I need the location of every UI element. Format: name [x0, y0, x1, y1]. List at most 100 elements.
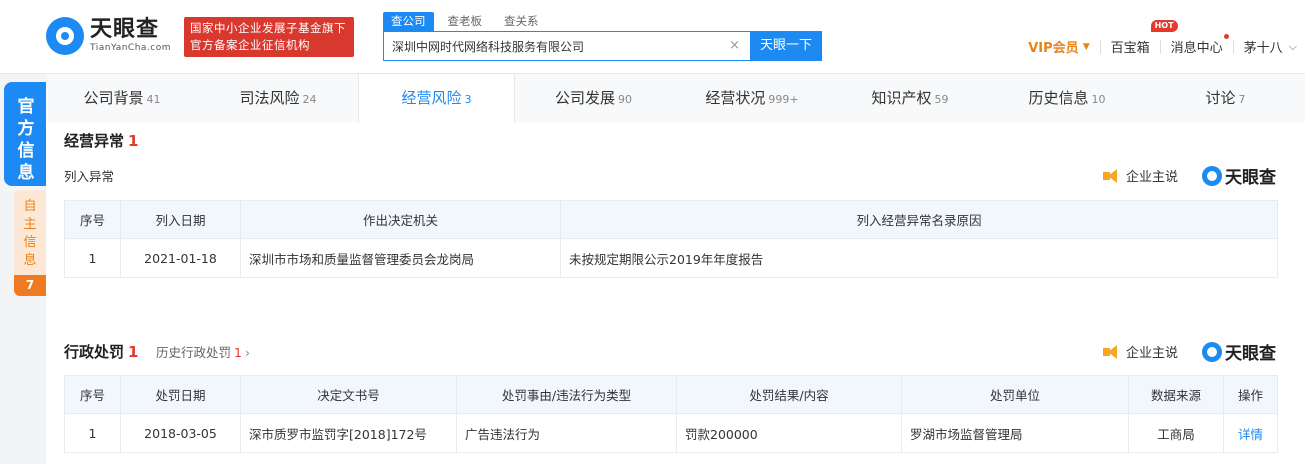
treasure-box-link[interactable]: 百宝箱 HOT [1110, 20, 1178, 56]
penalty-section-title: 行政处罚 1 [64, 341, 138, 362]
section-count: 1 [128, 343, 139, 361]
cell-data-source: 工商局 [1128, 413, 1224, 453]
tab-count: 7 [1238, 93, 1246, 106]
logo-name: 天眼查 [90, 17, 160, 42]
message-center-link[interactable]: 消息中心 [1170, 34, 1229, 56]
tab-label: 历史信息 [1028, 89, 1089, 107]
abnormal-section-title: 经营异常 1 [64, 130, 138, 151]
user-menu[interactable]: 茅十八 ⌵ [1243, 37, 1297, 57]
logo-eye-icon [46, 17, 84, 55]
tab-company-background[interactable]: 公司背景 41 [46, 74, 198, 122]
column-header: 序号 [64, 200, 121, 239]
brand-eye-icon [1202, 165, 1222, 186]
column-header: 作出决定机关 [240, 200, 561, 239]
chevron-down-icon: ⌵ [1288, 39, 1297, 53]
table-header-row: 序号 处罚日期 决定文书号 处罚事由/违法行为类型 处罚结果/内容 处罚单位 数… [64, 375, 1278, 414]
tab-count: 999+ [768, 93, 799, 106]
history-penalty-link[interactable]: 历史行政处罚 1 › [156, 342, 250, 361]
cell-document-no: 深市质罗市监罚字[2018]172号 [240, 413, 457, 453]
search-type-tabs: 查公司 查老板 查关系 [383, 12, 553, 31]
penalty-table: 序号 处罚日期 决定文书号 处罚事由/违法行为类型 处罚结果/内容 处罚单位 数… [64, 375, 1278, 453]
search-tab-boss[interactable]: 查老板 [440, 12, 491, 31]
user-name: 茅十八 [1243, 41, 1283, 56]
side-tab-official-info[interactable]: 官方信息 [4, 82, 48, 186]
treasure-label: 百宝箱 [1110, 41, 1150, 56]
brand-label: 天眼查 [1225, 168, 1276, 188]
side-self-count-badge: 7 [14, 275, 46, 296]
tab-label: 经营风险 [401, 89, 462, 107]
megaphone-icon [1103, 344, 1119, 359]
cell-penalty-unit: 罗湖市场监督管理局 [901, 413, 1129, 453]
tab-label: 公司背景 [83, 89, 144, 107]
column-header: 操作 [1223, 375, 1278, 414]
site-logo[interactable]: 天眼查 TianYanCha.com [46, 16, 171, 56]
cell-date: 2021-01-18 [120, 238, 241, 278]
owner-speak-link[interactable]: 企业主说 [1103, 342, 1178, 361]
column-header: 序号 [64, 375, 121, 414]
section-title-text: 行政处罚 [64, 343, 125, 361]
column-header: 列入日期 [120, 200, 241, 239]
tab-label: 知识产权 [871, 89, 932, 107]
owner-speak-link[interactable]: 企业主说 [1103, 166, 1178, 185]
vip-label: VIP会员 [1028, 41, 1079, 56]
table-header-row: 序号 列入日期 作出决定机关 列入经营异常名录原因 [64, 200, 1278, 239]
cell-index: 1 [64, 238, 121, 278]
category-tabs: 公司背景 41 司法风险 24 经营风险 3 公司发展 90 经营状况 999+ 知识产权… [46, 74, 1305, 123]
history-label: 历史行政处罚 [156, 345, 232, 360]
message-label: 消息中心 [1170, 41, 1223, 56]
column-header: 列入经营异常名录原因 [560, 200, 1278, 239]
unread-dot [1223, 34, 1229, 39]
owner-speak-label: 企业主说 [1126, 170, 1179, 185]
caret-down-icon: ▼ [1082, 41, 1090, 52]
divider [1232, 39, 1234, 54]
clear-icon[interactable]: × [729, 38, 740, 53]
tab-legal-risk[interactable]: 司法风险 24 [198, 74, 358, 122]
tab-count: 59 [934, 93, 949, 106]
divider [1159, 39, 1161, 54]
tab-count: 3 [464, 93, 472, 106]
section-count: 1 [128, 132, 139, 150]
column-header: 处罚单位 [901, 375, 1129, 414]
history-count: 1 [234, 345, 242, 360]
tab-label: 司法风险 [239, 89, 300, 107]
search-button[interactable]: 天眼一下 [750, 31, 822, 61]
cell-authority: 深圳市市场和质量监督管理委员会龙岗局 [240, 238, 561, 278]
tab-label: 讨论 [1205, 89, 1236, 107]
megaphone-icon [1103, 168, 1119, 183]
tab-label: 经营状况 [705, 89, 766, 107]
tab-discussion[interactable]: 讨论 7 [1146, 74, 1305, 122]
tab-count: 10 [1091, 93, 1106, 106]
owner-speak-label: 企业主说 [1126, 346, 1179, 361]
slogan-line-1: 国家中小企业发展子基金旗下 [190, 21, 346, 35]
cell-violation-type: 广告违法行为 [456, 413, 677, 453]
cell-date: 2018-03-05 [120, 413, 241, 453]
tab-label: 公司发展 [554, 89, 615, 107]
abnormal-sub-label: 列入异常 [64, 169, 115, 184]
abnormal-table: 序号 列入日期 作出决定机关 列入经营异常名录原因 1 2021-01-18 深… [64, 200, 1278, 278]
tab-count: 24 [302, 93, 317, 106]
cell-reason: 未按规定期限公示2019年年度报告 [560, 238, 1278, 278]
search-tab-relation[interactable]: 查关系 [496, 12, 547, 31]
table-row: 1 2018-03-05 深市质罗市监罚字[2018]172号 广告违法行为 罚… [64, 413, 1278, 453]
slogan-banner: 国家中小企业发展子基金旗下 官方备案企业征信机构 [184, 17, 354, 57]
column-header: 数据来源 [1128, 375, 1224, 414]
cell-penalty-result: 罚款200000 [676, 413, 902, 453]
tab-business-status[interactable]: 经营状况 999+ [672, 74, 832, 122]
column-header: 处罚日期 [120, 375, 241, 414]
cell-index: 1 [64, 413, 121, 453]
tab-history-info[interactable]: 历史信息 10 [988, 74, 1146, 122]
section-title-text: 经营异常 [64, 132, 125, 150]
tab-intellectual-property[interactable]: 知识产权 59 [832, 74, 988, 122]
column-header: 处罚结果/内容 [676, 375, 902, 414]
table-row: 1 2021-01-18 深圳市市场和质量监督管理委员会龙岗局 未按规定期限公示… [64, 238, 1278, 278]
user-nav: VIP会员 ▼ 百宝箱 HOT 消息中心 茅十八 ⌵ [1028, 20, 1297, 57]
details-link[interactable]: 详情 [1223, 413, 1278, 453]
tab-company-development[interactable]: 公司发展 90 [515, 74, 672, 122]
vip-link[interactable]: VIP会员 ▼ [1028, 37, 1089, 56]
column-header: 处罚事由/违法行为类型 [456, 375, 677, 414]
search-tab-company[interactable]: 查公司 [383, 12, 434, 31]
tab-operating-risk[interactable]: 经营风险 3 [358, 74, 515, 123]
hot-badge: HOT [1150, 20, 1178, 32]
tianyancha-brand: 天眼查 [1202, 163, 1276, 188]
search-input[interactable] [384, 32, 714, 60]
